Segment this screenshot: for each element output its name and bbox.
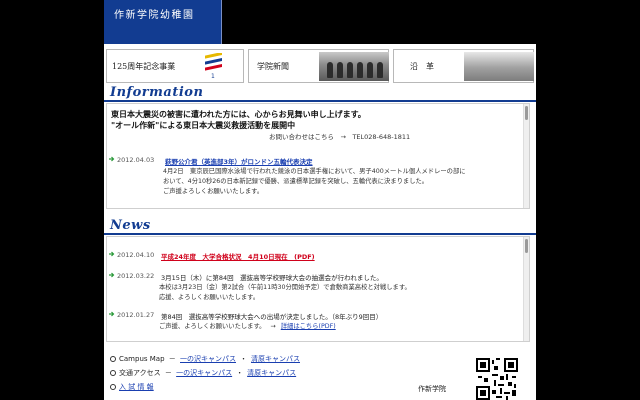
circle-bullet-icon xyxy=(110,356,116,362)
earthquake-sympathy-notice: 東日本大震災の被害に遭われた方には、心からお見舞い申し上げます。 xyxy=(111,110,366,119)
admission-row: 入 試 情 報 xyxy=(110,382,154,392)
item-body-line: 4月2日 東京辰巳国際水泳場で行われた競泳の日本選手権において、男子400メート… xyxy=(163,168,466,175)
item-headline-link[interactable]: 平成24年度 大学合格状況 4月10日現在 (PDF) xyxy=(161,251,315,261)
item-headline: 3月15日（木）に第84回 選抜高等学校野球大会の抽選会が行われました。 xyxy=(161,274,383,282)
banner-row: 125周年記念事業 1 学院新聞 沿 革 xyxy=(104,49,536,83)
arrow-text-icon: － xyxy=(164,369,172,377)
item-date: 2012.04.10 xyxy=(117,251,155,259)
contact-info[interactable]: お問い合わせはこちら → TEL028-648-1811 xyxy=(269,131,410,141)
ichinosawa-map-link[interactable]: 一の沢キャンパス xyxy=(180,355,236,363)
campus-map-label: Campus Map xyxy=(119,355,165,363)
anniversary-banner[interactable]: 125周年記念事業 1 xyxy=(106,49,244,83)
news-heading: News xyxy=(110,218,151,233)
arrow-text-icon: － xyxy=(168,355,176,363)
history-banner[interactable]: 沿 革 xyxy=(393,49,534,83)
school-newspaper-banner[interactable]: 学院新聞 xyxy=(248,49,389,83)
anniversary-logo-icon: 1 xyxy=(203,53,225,80)
footer-school-name: 作新学院 xyxy=(418,385,446,393)
ichinosawa-access-link[interactable]: 一の沢キャンパス xyxy=(176,369,232,377)
arrow-text-icon: → xyxy=(270,323,276,330)
qr-code-icon[interactable] xyxy=(476,358,518,400)
campus-map-row: Campus Map － 一の沢キャンパス・清原キャンパス xyxy=(110,354,300,364)
admission-info-link[interactable]: 入 試 情 報 xyxy=(119,383,154,391)
historic-building-photo xyxy=(464,52,534,81)
details-pdf-link[interactable]: 詳細はこちら(PDF) xyxy=(281,323,336,330)
news-panel: 2012.04.10 平成24年度 大学合格状況 4月10日現在 (PDF) 2… xyxy=(106,236,530,342)
circle-bullet-icon xyxy=(110,370,116,376)
item-date: 2012.01.27 xyxy=(117,311,155,319)
access-label: 交通アクセス xyxy=(119,369,161,377)
green-arrow-icon xyxy=(109,251,115,257)
item-body-text: ご声援、よろしくお願いいたします。 xyxy=(159,323,266,330)
relief-activity-notice[interactable]: "オール作新"による東日本大震災救援活動を展開中 xyxy=(111,120,295,131)
item-date: 2012.04.03 xyxy=(117,156,155,164)
school-newspaper-label: 学院新聞 xyxy=(257,62,289,71)
item-body-line: おいて、4分10秒26の日本新記録で優勝、派遣標準記録を突破し、五輪代表に決まり… xyxy=(163,178,429,185)
item-body-line: 本校は3月23日（金）第2試合（午前11時30分開始予定）で倉敷商業高校と対戦し… xyxy=(159,284,411,291)
history-banner-label: 沿 革 xyxy=(410,62,434,71)
news-section-header: News xyxy=(104,217,536,235)
footer: Campus Map － 一の沢キャンパス・清原キャンパス 交通アクセス － 一… xyxy=(104,344,536,400)
separator: ・ xyxy=(240,355,247,363)
kiyohara-map-link[interactable]: 清原キャンパス xyxy=(251,355,300,363)
information-panel: 東日本大震災の被害に遭われた方には、心からお見舞い申し上げます。 "オール作新"… xyxy=(106,103,530,209)
school-logo-header[interactable]: 作新学院幼稚園 xyxy=(104,0,222,44)
information-section-header: Information xyxy=(104,84,536,102)
item-body-line: 応援、よろしくお願いいたします。 xyxy=(159,294,260,301)
green-arrow-icon xyxy=(109,272,115,278)
information-heading: Information xyxy=(110,85,204,100)
item-headline-link[interactable]: 萩野公介君（英進部3年）がロンドン五輪代表決定 xyxy=(165,156,313,166)
students-photo xyxy=(319,52,389,81)
svg-text:1: 1 xyxy=(211,73,215,80)
item-date: 2012.03.22 xyxy=(117,272,155,280)
kiyohara-access-link[interactable]: 清原キャンパス xyxy=(247,369,296,377)
school-title: 作新学院幼稚園 xyxy=(114,10,195,21)
item-body-line: ご声援、よろしくお願いいたします。 → 詳細はこちら(PDF) xyxy=(159,321,336,330)
green-arrow-icon xyxy=(109,156,115,162)
anniversary-banner-label: 125周年記念事業 xyxy=(112,62,176,71)
item-headline: 第84回 選抜高等学校野球大会への出場が決定しました。（8年ぶり9回目） xyxy=(161,313,383,321)
circle-bullet-icon xyxy=(110,384,116,390)
news-scrollbar[interactable] xyxy=(523,237,529,341)
information-scrollbar[interactable] xyxy=(523,104,529,208)
item-body-line: ご声援よろしくお願いいたします。 xyxy=(163,188,264,195)
access-row: 交通アクセス － 一の沢キャンパス・清原キャンパス xyxy=(110,368,296,378)
green-arrow-icon xyxy=(109,311,115,317)
separator: ・ xyxy=(236,369,244,377)
